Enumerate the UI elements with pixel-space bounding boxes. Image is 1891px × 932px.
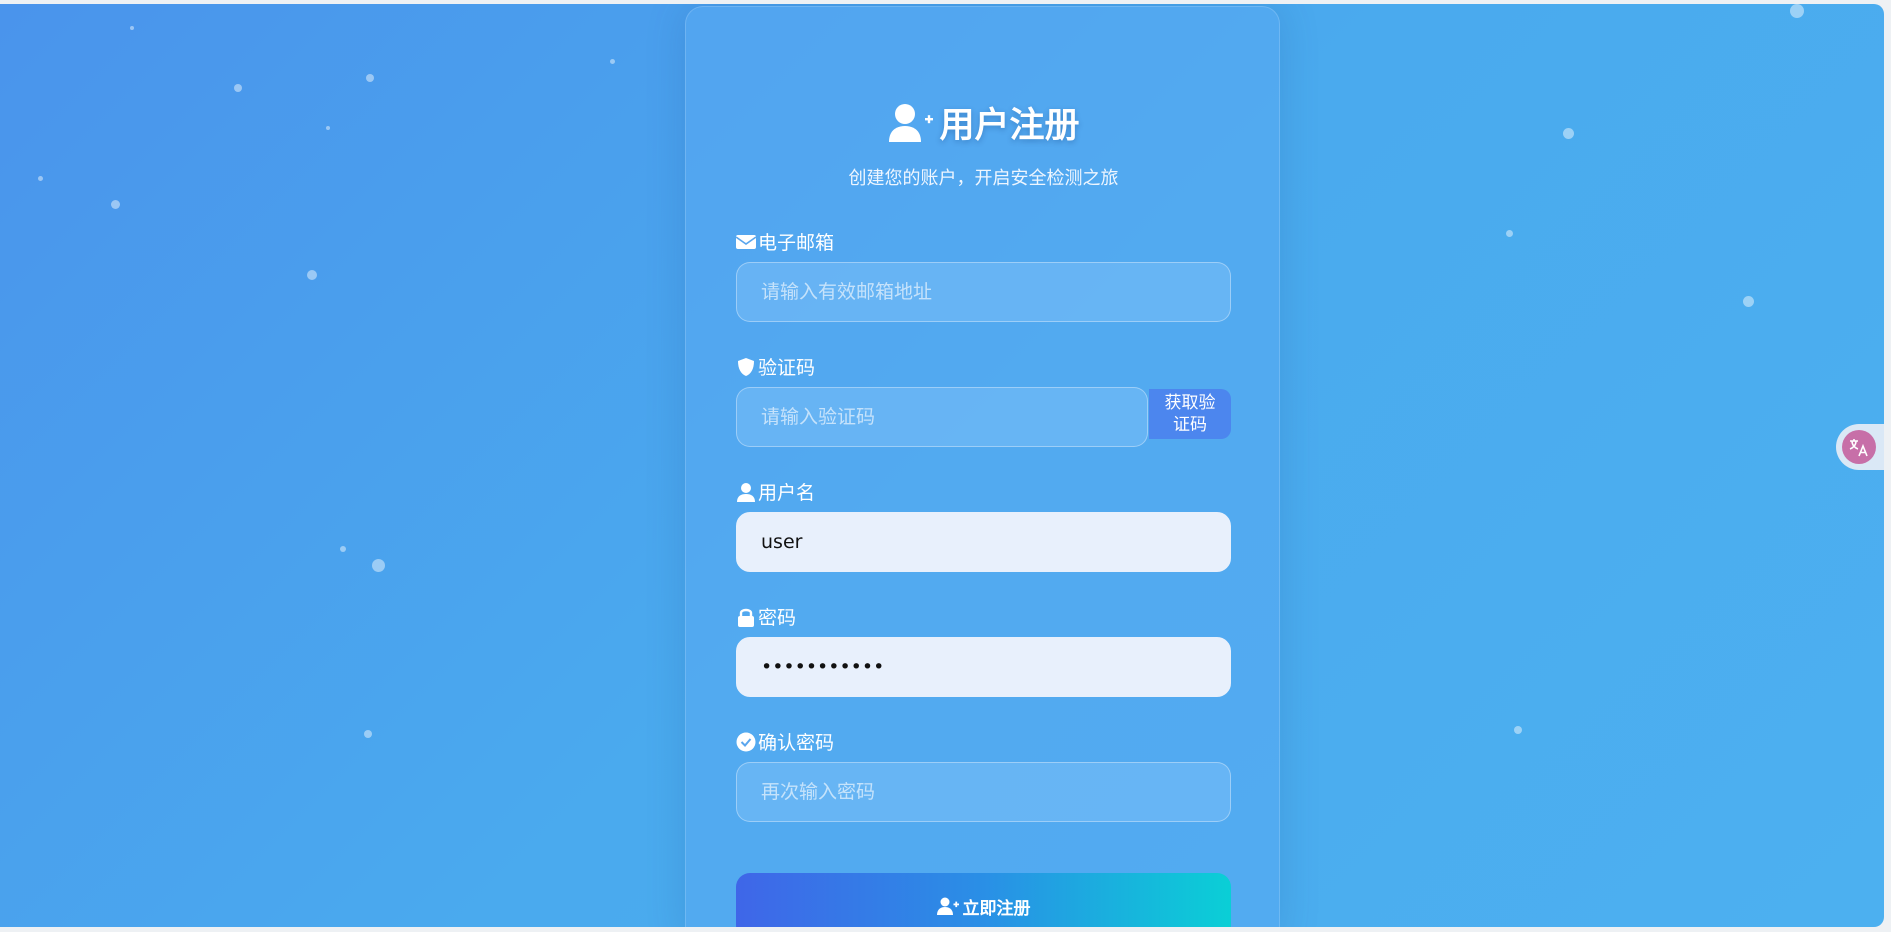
particle [610, 59, 615, 64]
register-card: 用户注册 创建您的账户，开启安全检测之旅 电子邮箱 验证码 获取验证码 [685, 6, 1280, 927]
register-button-label: 立即注册 [962, 898, 1031, 919]
get-code-button[interactable]: 获取验证码 [1149, 389, 1231, 439]
password-input[interactable] [736, 637, 1231, 697]
form-title: 用户注册 [686, 97, 1281, 148]
particle [1743, 296, 1754, 307]
envelope-icon [736, 234, 756, 249]
code-input[interactable] [736, 387, 1148, 447]
lock-icon [738, 608, 754, 627]
particle [1563, 128, 1574, 139]
check-circle-icon [736, 732, 756, 751]
user-plus-icon [889, 103, 934, 142]
particle [234, 84, 242, 92]
confirm-label: 确认密码 [736, 728, 834, 755]
particle [1790, 4, 1804, 18]
password-label-text: 密码 [758, 607, 797, 629]
confirm-password-input[interactable] [736, 762, 1231, 822]
particle [1514, 726, 1522, 734]
email-input[interactable] [736, 262, 1231, 322]
username-label: 用户名 [736, 478, 815, 505]
particle [130, 26, 134, 30]
username-input[interactable] [736, 512, 1231, 572]
particle [366, 74, 374, 82]
particle [364, 730, 372, 738]
particle [1506, 230, 1513, 237]
email-label-text: 电子邮箱 [758, 232, 835, 254]
particle [307, 270, 317, 280]
form-subtitle: 创建您的账户，开启安全检测之旅 [848, 168, 1119, 189]
particle [340, 546, 346, 552]
user-icon [737, 482, 755, 502]
username-label-text: 用户名 [758, 482, 816, 504]
particle [372, 559, 385, 572]
password-label: 密码 [736, 603, 796, 630]
register-button[interactable]: 立即注册 [736, 873, 1231, 927]
code-label: 验证码 [736, 353, 815, 380]
form-title-text: 用户注册 [939, 106, 1080, 146]
shield-icon [738, 357, 754, 376]
confirm-label-text: 确认密码 [758, 732, 835, 754]
translate-icon [1842, 430, 1876, 464]
email-label: 电子邮箱 [736, 228, 834, 255]
page-background: 用户注册 创建您的账户，开启安全检测之旅 电子邮箱 验证码 获取验证码 [0, 4, 1884, 927]
user-plus-icon [936, 897, 959, 915]
particle [111, 200, 120, 209]
get-code-button-label: 获取验证码 [1164, 393, 1216, 435]
particle [326, 126, 330, 130]
code-label-text: 验证码 [758, 357, 816, 379]
translate-widget[interactable] [1836, 424, 1884, 470]
particle [38, 176, 43, 181]
